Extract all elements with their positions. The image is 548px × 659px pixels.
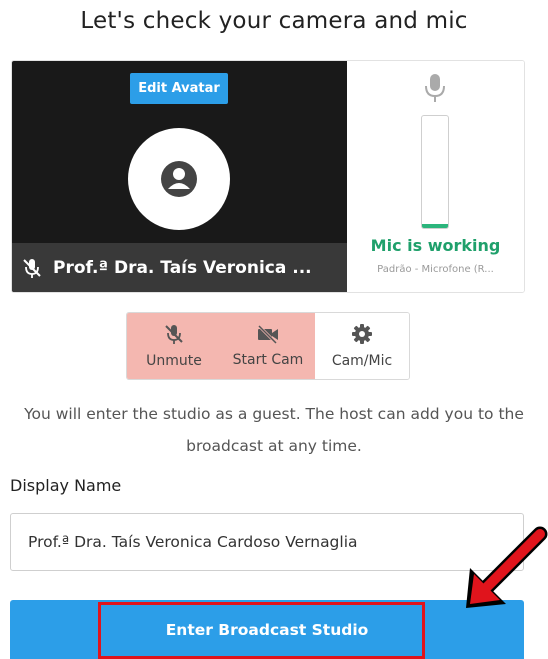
camera-off-icon: [257, 324, 278, 344]
mic-level-fill: [422, 223, 448, 228]
guest-notice: You will enter the studio as a guest. Th…: [24, 405, 524, 455]
mic-check-panel: Mic is working Padrão - Microfone (R...: [347, 61, 524, 292]
avatar: [128, 128, 230, 230]
user-avatar-icon: [161, 161, 197, 197]
media-preview: Edit Avatar Prof.ª Dra. Taís Veronica ..…: [11, 60, 525, 293]
participant-name-bar: Prof.ª Dra. Taís Veronica ...: [12, 243, 347, 292]
edit-avatar-button[interactable]: Edit Avatar: [130, 73, 228, 104]
annotation-arrow-icon: [466, 526, 548, 608]
mic-level-meter: [421, 115, 449, 229]
enter-broadcast-studio-button[interactable]: Enter Broadcast Studio: [10, 600, 524, 659]
mic-muted-icon: [165, 325, 183, 344]
cam-mic-label: Cam/Mic: [331, 353, 393, 369]
mic-device-name: Padrão - Microfone (R...: [377, 264, 494, 275]
gear-icon: [352, 324, 372, 344]
mic-muted-icon: [23, 258, 41, 278]
unmute-label: Unmute: [146, 353, 202, 369]
display-name-input[interactable]: [10, 513, 524, 571]
display-name-label: Display Name: [10, 476, 122, 495]
microphone-icon: [425, 74, 445, 102]
page-title: Let's check your camera and mic: [80, 8, 468, 34]
start-cam-label: Start Cam: [232, 352, 304, 368]
start-cam-button[interactable]: Start Cam: [221, 313, 315, 379]
mic-status: Mic is working: [370, 236, 501, 255]
camera-preview: Edit Avatar Prof.ª Dra. Taís Veronica ..…: [12, 61, 347, 292]
media-controls: Unmute Start Cam Cam/Mic: [126, 312, 410, 380]
unmute-button[interactable]: Unmute: [127, 313, 221, 379]
participant-name: Prof.ª Dra. Taís Veronica ...: [53, 257, 312, 278]
cam-mic-settings-button[interactable]: Cam/Mic: [315, 313, 409, 379]
